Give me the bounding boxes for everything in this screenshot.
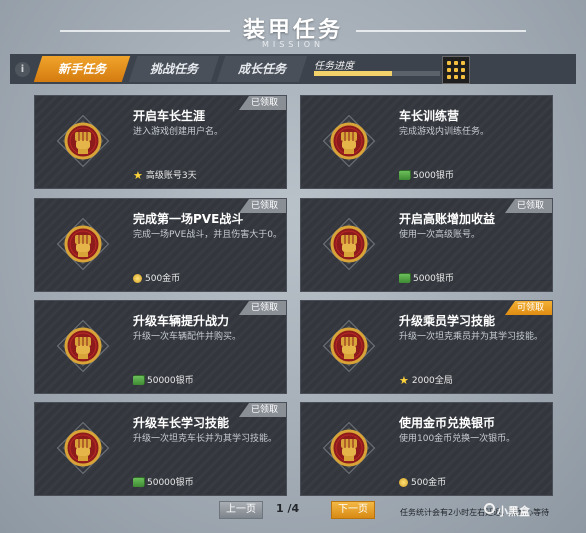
card-title: 升级车长学习技能 [133, 416, 230, 430]
reward-amount: 50000银币 [147, 376, 194, 386]
tab-growth-label: 成长任务 [237, 62, 286, 76]
card-description: 进入游戏创建用户名。 [133, 127, 224, 137]
card-title: 开启高账增加收益 [399, 212, 496, 226]
fist-emblem-icon [322, 319, 376, 373]
fist-emblem-icon [322, 217, 376, 271]
progress-fill [314, 71, 393, 76]
fist-emblem-icon [322, 421, 376, 475]
reward-amount: 50000银币 [147, 478, 194, 488]
notes-icon [399, 274, 410, 283]
card-reward: ★ 2000全局 [399, 375, 453, 387]
progress-label: 任务进度 [314, 61, 354, 72]
card-description: 完成一场PVE战斗，并且伤害大于0。 [133, 230, 282, 240]
reward-amount: 5000银币 [413, 274, 454, 284]
tab-growth[interactable]: 成长任务 [216, 56, 308, 82]
reward-amount: 2000全局 [411, 376, 453, 386]
reward-amount: 500金币 [411, 478, 447, 488]
fist-emblem-icon [56, 319, 110, 373]
card-description: 完成游戏内训练任务。 [399, 127, 490, 137]
progress-bar [314, 71, 440, 76]
next-page-button[interactable]: 下一页 [331, 501, 375, 519]
card-reward: 5000银币 [399, 170, 454, 182]
star-icon: ★ [399, 373, 409, 387]
reward-amount: 5000银币 [413, 171, 454, 181]
notes-icon [133, 478, 144, 487]
card-title: 升级乘员学习技能 [399, 314, 496, 328]
mission-card[interactable]: 使用金币兑换银币 使用100金币兑换一次银币。 500金币 [300, 402, 553, 496]
mission-card[interactable]: 升级车长学习技能 升级一次坦克车长并为其学习技能。 50000银币 已领取 [34, 402, 287, 496]
mission-card[interactable]: 开启高账增加收益 使用一次高级账号。 5000银币 已领取 [300, 198, 553, 292]
card-reward: 50000银币 [133, 375, 194, 387]
tab-challenge-label: 挑战任务 [149, 62, 198, 76]
card-reward: 5000银币 [399, 273, 454, 285]
info-icon[interactable]: i [15, 62, 30, 77]
fist-emblem-icon [56, 217, 110, 271]
card-description: 使用100金币兑换一次银币。 [399, 434, 516, 444]
page-indicator: 1 /4 [276, 502, 300, 515]
tab-challenge[interactable]: 挑战任务 [128, 56, 220, 82]
card-title: 车长训练营 [399, 109, 460, 123]
coins-icon [133, 274, 142, 283]
coins-icon [399, 478, 408, 487]
mission-card[interactable]: 车长训练营 完成游戏内训练任务。 5000银币 [300, 95, 553, 189]
watermark-icon [484, 503, 495, 514]
fist-emblem-icon [322, 114, 376, 168]
card-reward: 50000银币 [133, 477, 194, 489]
notes-icon [133, 376, 144, 385]
notes-icon [399, 171, 410, 180]
card-title: 开启车长生涯 [133, 109, 206, 123]
reward-chest-icon[interactable] [442, 56, 470, 84]
card-title: 完成第一场PVE战斗 [133, 212, 244, 226]
card-description: 升级一次坦克乘员并为其学习技能。 [399, 332, 544, 342]
fist-emblem-icon [56, 421, 110, 475]
tab-novice[interactable]: 新手任务 [33, 56, 131, 82]
fist-emblem-icon [56, 114, 110, 168]
mission-card[interactable]: 升级车辆提升战力 升级一次车辆配件并购买。 50000银币 已领取 [34, 300, 287, 394]
mission-card[interactable]: 开启车长生涯 进入游戏创建用户名。 ★ 高级账号3天 已领取 [34, 95, 287, 189]
reward-amount: 高级账号3天 [145, 171, 197, 181]
card-description: 升级一次坦克车长并为其学习技能。 [133, 434, 278, 444]
card-title: 使用金币兑换银币 [399, 416, 496, 430]
mission-card[interactable]: 升级乘员学习技能 升级一次坦克乘员并为其学习技能。 ★ 2000全局 可领取 [300, 300, 553, 394]
page-subtitle: MISSION [261, 40, 325, 49]
card-reward: 500金币 [399, 477, 446, 489]
reward-amount: 500金币 [145, 274, 181, 284]
prev-page-button[interactable]: 上一页 [219, 501, 263, 519]
card-reward: 500金币 [133, 273, 180, 285]
card-title: 升级车辆提升战力 [133, 314, 230, 328]
card-description: 使用一次高级账号。 [399, 230, 481, 240]
mission-card[interactable]: 完成第一场PVE战斗 完成一场PVE战斗，并且伤害大于0。 500金币 已领取 [34, 198, 287, 292]
tab-novice-label: 新手任务 [57, 62, 106, 76]
watermark: 小黑盒 [497, 505, 530, 518]
star-icon: ★ [133, 168, 143, 182]
card-reward: ★ 高级账号3天 [133, 170, 197, 182]
card-description: 升级一次车辆配件并购买。 [133, 332, 242, 342]
